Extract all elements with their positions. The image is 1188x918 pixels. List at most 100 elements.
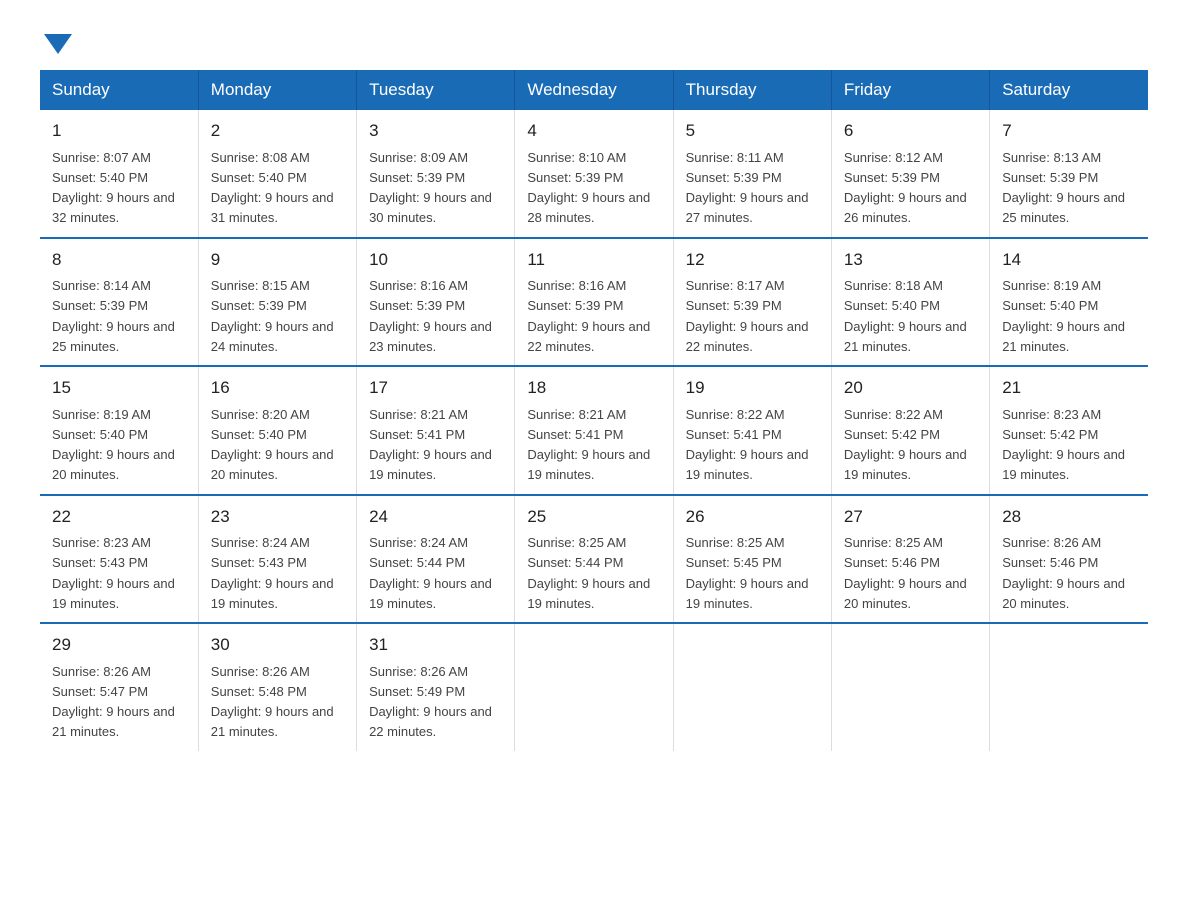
calendar-cell: 13Sunrise: 8:18 AMSunset: 5:40 PMDayligh…	[831, 238, 989, 367]
day-number: 27	[844, 504, 977, 530]
day-info: Sunrise: 8:09 AMSunset: 5:39 PMDaylight:…	[369, 150, 492, 226]
week-row-4: 22 Sunrise: 8:23 AMSunset: 5:43 PMDayligh…	[40, 495, 1148, 624]
day-number: 23	[211, 504, 344, 530]
day-info: Sunrise: 8:08 AMSunset: 5:40 PMDaylight:…	[211, 150, 334, 226]
day-number: 13	[844, 247, 977, 273]
day-header-saturday: Saturday	[990, 70, 1148, 110]
day-header-monday: Monday	[198, 70, 356, 110]
day-header-wednesday: Wednesday	[515, 70, 673, 110]
header-row: SundayMondayTuesdayWednesdayThursdayFrid…	[40, 70, 1148, 110]
calendar-cell	[831, 623, 989, 751]
calendar-cell: 5Sunrise: 8:11 AMSunset: 5:39 PMDaylight…	[673, 110, 831, 238]
day-info: Sunrise: 8:25 AMSunset: 5:46 PMDaylight:…	[844, 535, 967, 611]
day-info: Sunrise: 8:16 AMSunset: 5:39 PMDaylight:…	[527, 278, 650, 354]
day-number: 21	[1002, 375, 1136, 401]
day-number: 22	[52, 504, 186, 530]
calendar-cell: 18Sunrise: 8:21 AMSunset: 5:41 PMDayligh…	[515, 366, 673, 495]
day-number: 30	[211, 632, 344, 658]
day-info: Sunrise: 8:24 AMSunset: 5:43 PMDaylight:…	[211, 535, 334, 611]
day-number: 14	[1002, 247, 1136, 273]
day-info: Sunrise: 8:26 AMSunset: 5:49 PMDaylight:…	[369, 664, 492, 740]
calendar-cell: 28Sunrise: 8:26 AMSunset: 5:46 PMDayligh…	[990, 495, 1148, 624]
day-number: 25	[527, 504, 660, 530]
day-info: Sunrise: 8:21 AMSunset: 5:41 PMDaylight:…	[527, 407, 650, 483]
day-number: 1	[52, 118, 186, 144]
week-row-3: 15Sunrise: 8:19 AMSunset: 5:40 PMDayligh…	[40, 366, 1148, 495]
day-number: 2	[211, 118, 344, 144]
calendar-cell: 30 Sunrise: 8:26 AMSunset: 5:48 PMDayligh…	[198, 623, 356, 751]
week-row-2: 8 Sunrise: 8:14 AMSunset: 5:39 PMDaylight…	[40, 238, 1148, 367]
day-number: 26	[686, 504, 819, 530]
day-number: 12	[686, 247, 819, 273]
day-number: 8	[52, 247, 186, 273]
day-number: 29	[52, 632, 186, 658]
day-header-thursday: Thursday	[673, 70, 831, 110]
calendar-cell: 11 Sunrise: 8:16 AMSunset: 5:39 PMDayligh…	[515, 238, 673, 367]
logo-triangle-icon	[44, 34, 72, 54]
day-info: Sunrise: 8:25 AMSunset: 5:44 PMDaylight:…	[527, 535, 650, 611]
day-info: Sunrise: 8:11 AMSunset: 5:39 PMDaylight:…	[686, 150, 809, 226]
day-info: Sunrise: 8:07 AMSunset: 5:40 PMDaylight:…	[52, 150, 175, 226]
calendar-cell: 31 Sunrise: 8:26 AMSunset: 5:49 PMDayligh…	[357, 623, 515, 751]
calendar-cell: 22 Sunrise: 8:23 AMSunset: 5:43 PMDayligh…	[40, 495, 198, 624]
calendar-cell	[515, 623, 673, 751]
page-header	[40, 30, 1148, 50]
calendar-cell: 1 Sunrise: 8:07 AMSunset: 5:40 PMDaylight…	[40, 110, 198, 238]
day-number: 7	[1002, 118, 1136, 144]
day-info: Sunrise: 8:12 AMSunset: 5:39 PMDaylight:…	[844, 150, 967, 226]
day-info: Sunrise: 8:14 AMSunset: 5:39 PMDaylight:…	[52, 278, 175, 354]
day-info: Sunrise: 8:23 AMSunset: 5:43 PMDaylight:…	[52, 535, 175, 611]
calendar-header: SundayMondayTuesdayWednesdayThursdayFrid…	[40, 70, 1148, 110]
calendar-cell: 2 Sunrise: 8:08 AMSunset: 5:40 PMDaylight…	[198, 110, 356, 238]
week-row-1: 1 Sunrise: 8:07 AMSunset: 5:40 PMDaylight…	[40, 110, 1148, 238]
day-info: Sunrise: 8:26 AMSunset: 5:47 PMDaylight:…	[52, 664, 175, 740]
day-info: Sunrise: 8:10 AMSunset: 5:39 PMDaylight:…	[527, 150, 650, 226]
calendar-cell: 23 Sunrise: 8:24 AMSunset: 5:43 PMDayligh…	[198, 495, 356, 624]
day-number: 6	[844, 118, 977, 144]
calendar-cell: 4 Sunrise: 8:10 AMSunset: 5:39 PMDaylight…	[515, 110, 673, 238]
calendar-cell: 17Sunrise: 8:21 AMSunset: 5:41 PMDayligh…	[357, 366, 515, 495]
calendar-cell: 7Sunrise: 8:13 AMSunset: 5:39 PMDaylight…	[990, 110, 1148, 238]
calendar-cell: 12 Sunrise: 8:17 AMSunset: 5:39 PMDayligh…	[673, 238, 831, 367]
day-info: Sunrise: 8:26 AMSunset: 5:48 PMDaylight:…	[211, 664, 334, 740]
day-number: 10	[369, 247, 502, 273]
calendar-cell: 10 Sunrise: 8:16 AMSunset: 5:39 PMDayligh…	[357, 238, 515, 367]
day-number: 11	[527, 247, 660, 273]
day-number: 31	[369, 632, 502, 658]
logo	[40, 30, 72, 50]
day-info: Sunrise: 8:15 AMSunset: 5:39 PMDaylight:…	[211, 278, 334, 354]
day-info: Sunrise: 8:21 AMSunset: 5:41 PMDaylight:…	[369, 407, 492, 483]
day-number: 15	[52, 375, 186, 401]
calendar-cell: 16 Sunrise: 8:20 AMSunset: 5:40 PMDayligh…	[198, 366, 356, 495]
calendar-table: SundayMondayTuesdayWednesdayThursdayFrid…	[40, 70, 1148, 751]
day-header-friday: Friday	[831, 70, 989, 110]
day-header-tuesday: Tuesday	[357, 70, 515, 110]
day-number: 19	[686, 375, 819, 401]
day-info: Sunrise: 8:16 AMSunset: 5:39 PMDaylight:…	[369, 278, 492, 354]
calendar-cell: 20Sunrise: 8:22 AMSunset: 5:42 PMDayligh…	[831, 366, 989, 495]
calendar-cell: 14 Sunrise: 8:19 AMSunset: 5:40 PMDayligh…	[990, 238, 1148, 367]
day-number: 28	[1002, 504, 1136, 530]
calendar-cell: 25 Sunrise: 8:25 AMSunset: 5:44 PMDayligh…	[515, 495, 673, 624]
calendar-body: 1 Sunrise: 8:07 AMSunset: 5:40 PMDaylight…	[40, 110, 1148, 751]
calendar-cell: 27 Sunrise: 8:25 AMSunset: 5:46 PMDayligh…	[831, 495, 989, 624]
calendar-cell: 15Sunrise: 8:19 AMSunset: 5:40 PMDayligh…	[40, 366, 198, 495]
day-number: 3	[369, 118, 502, 144]
day-info: Sunrise: 8:23 AMSunset: 5:42 PMDaylight:…	[1002, 407, 1125, 483]
day-number: 4	[527, 118, 660, 144]
calendar-cell	[990, 623, 1148, 751]
day-info: Sunrise: 8:22 AMSunset: 5:42 PMDaylight:…	[844, 407, 967, 483]
day-header-sunday: Sunday	[40, 70, 198, 110]
calendar-cell	[673, 623, 831, 751]
day-number: 16	[211, 375, 344, 401]
day-info: Sunrise: 8:20 AMSunset: 5:40 PMDaylight:…	[211, 407, 334, 483]
calendar-cell: 6 Sunrise: 8:12 AMSunset: 5:39 PMDaylight…	[831, 110, 989, 238]
calendar-cell: 19Sunrise: 8:22 AMSunset: 5:41 PMDayligh…	[673, 366, 831, 495]
calendar-cell: 8 Sunrise: 8:14 AMSunset: 5:39 PMDaylight…	[40, 238, 198, 367]
day-info: Sunrise: 8:25 AMSunset: 5:45 PMDaylight:…	[686, 535, 809, 611]
day-info: Sunrise: 8:19 AMSunset: 5:40 PMDaylight:…	[1002, 278, 1125, 354]
week-row-5: 29 Sunrise: 8:26 AMSunset: 5:47 PMDayligh…	[40, 623, 1148, 751]
day-number: 24	[369, 504, 502, 530]
calendar-cell: 29 Sunrise: 8:26 AMSunset: 5:47 PMDayligh…	[40, 623, 198, 751]
day-info: Sunrise: 8:17 AMSunset: 5:39 PMDaylight:…	[686, 278, 809, 354]
